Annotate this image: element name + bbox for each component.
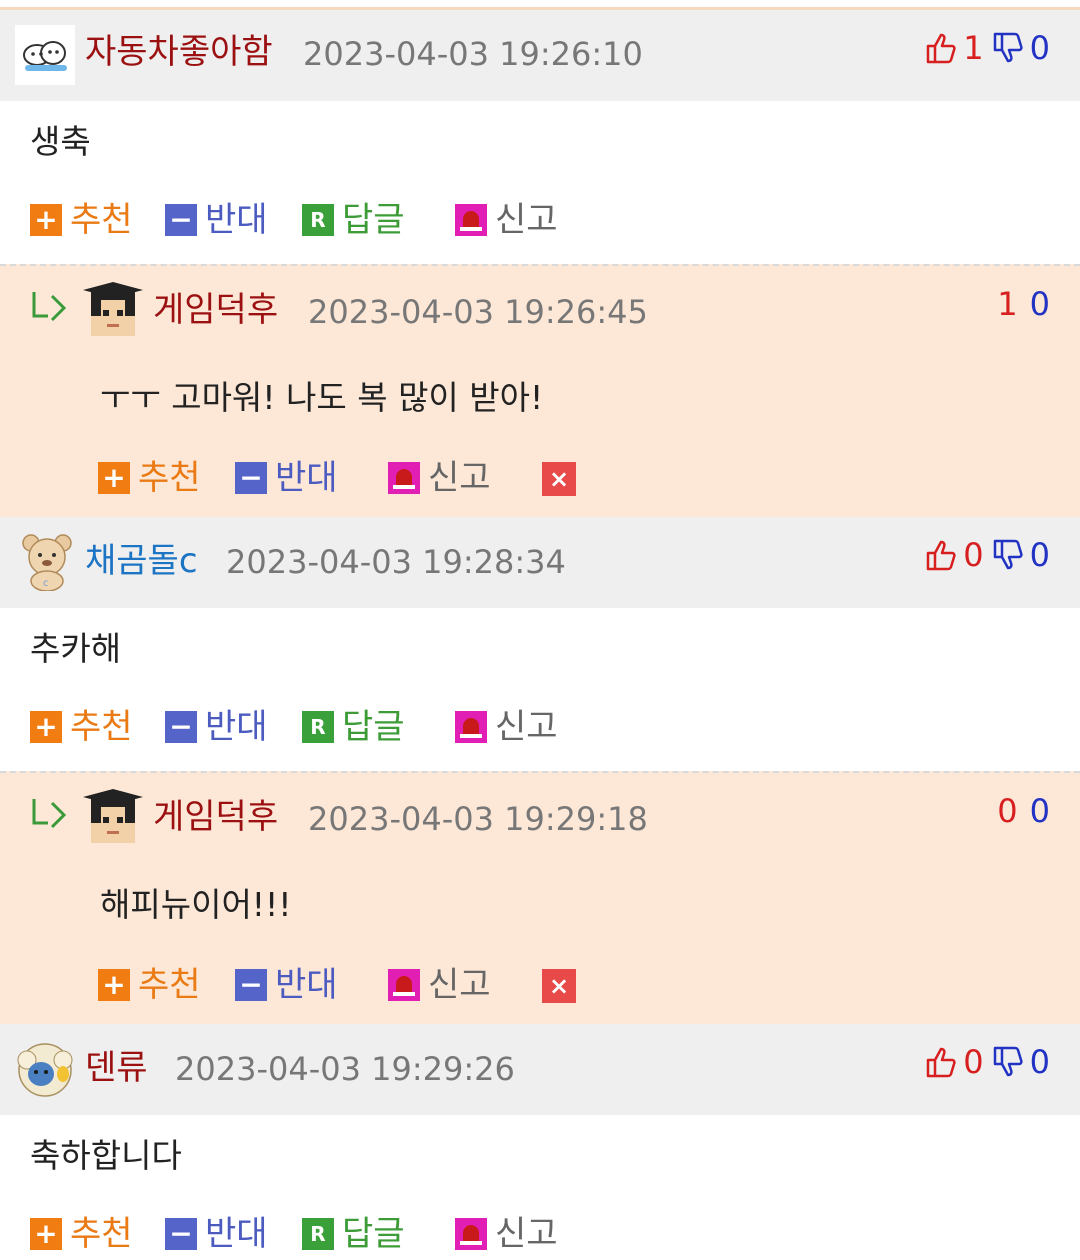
down-count: 0 [1029, 29, 1050, 67]
down-count: 0 [1029, 285, 1050, 323]
recommend-button[interactable]: + 추천 [30, 707, 133, 747]
up-count: 0 [963, 536, 984, 574]
thumbs-up-icon[interactable] [925, 538, 959, 572]
siren-icon [388, 969, 420, 1001]
reply-button[interactable]: R 답글 [302, 1214, 405, 1254]
comment-text: 생축 [30, 122, 91, 161]
nickname[interactable]: 자동차좋아함 [85, 32, 273, 72]
recommend-button[interactable]: + 추천 [98, 965, 201, 1005]
minus-icon: − [235, 968, 267, 1001]
recommend-button[interactable]: + 추천 [98, 458, 201, 498]
timestamp: 2023-04-03 19:26:45 [308, 293, 648, 331]
top-border [0, 0, 1080, 10]
plus-icon: + [30, 1217, 62, 1250]
siren-icon [455, 711, 487, 743]
minus-icon: − [165, 203, 197, 236]
comment-text: 해피뉴이어!!! [100, 885, 292, 924]
comment-header: 덴류 2023-04-03 19:29:26 0 0 [0, 1024, 1080, 1115]
reply-r-icon: R [302, 204, 334, 236]
report-button[interactable]: 신고 [455, 200, 558, 240]
vote-counts: 0 0 [925, 1042, 1050, 1082]
svg-text:c: c [43, 578, 49, 589]
plus-icon: + [98, 461, 130, 494]
sheep-avatar-icon [17, 1043, 73, 1097]
reply-r-icon: R [302, 1218, 334, 1250]
up-count: 1 [997, 285, 1018, 323]
comment-text: 축하합니다 [30, 1136, 182, 1175]
comment-header: 자동차좋아함 2023-04-03 19:26:10 1 0 [0, 10, 1080, 101]
reply-arrow-icon [32, 799, 67, 829]
close-icon[interactable]: × [542, 462, 576, 496]
bear-avatar-icon: c [22, 534, 72, 591]
report-button[interactable]: 신고 [455, 707, 558, 747]
comment-actions: + 추천 − 반대 R 답글 신고 [30, 707, 630, 747]
thumbs-up-icon[interactable] [925, 31, 959, 65]
oppose-button[interactable]: − 반대 [165, 200, 268, 240]
comment-header: c 채곰돌c 2023-04-03 19:28:34 0 0 [0, 517, 1080, 608]
comment-text: ㅜㅜ 고마워! 나도 복 많이 받아! [100, 378, 544, 417]
comment-text: 추카해 [30, 629, 122, 668]
reply-button[interactable]: R 답글 [302, 200, 405, 240]
close-icon[interactable]: × [542, 969, 576, 1003]
vote-counts: 0 0 [925, 535, 1050, 575]
report-button[interactable]: 신고 [388, 965, 491, 1005]
oppose-button[interactable]: − 반대 [235, 965, 338, 1005]
siren-icon [455, 1218, 487, 1250]
reply-button[interactable]: R 답글 [302, 707, 405, 747]
plus-icon: + [30, 203, 62, 236]
vote-counts: 0 0 [993, 791, 1050, 831]
comment-actions: + 추천 − 반대 신고 × [98, 458, 598, 498]
report-button[interactable]: 신고 [388, 458, 491, 498]
cloud-avatar-icon [15, 25, 75, 85]
nickname[interactable]: 덴류 [85, 1048, 148, 1088]
siren-icon [388, 462, 420, 494]
comment-actions: + 추천 − 반대 신고 × [98, 965, 598, 1005]
oppose-button[interactable]: − 반대 [165, 707, 268, 747]
plus-icon: + [98, 968, 130, 1001]
thumbs-down-icon[interactable] [992, 538, 1026, 572]
siren-icon [455, 204, 487, 236]
thumbs-down-icon[interactable] [992, 31, 1026, 65]
vote-counts: 1 0 [993, 284, 1050, 324]
oppose-button[interactable]: − 반대 [165, 1214, 268, 1254]
minus-icon: − [165, 710, 197, 743]
down-count: 0 [1029, 536, 1050, 574]
up-count: 0 [963, 1043, 984, 1081]
timestamp: 2023-04-03 19:28:34 [226, 543, 566, 581]
report-button[interactable]: 신고 [455, 1214, 558, 1254]
down-count: 0 [1029, 792, 1050, 830]
graduate-avatar-icon [83, 282, 143, 336]
reply-block: 게임덕후 2023-04-03 19:26:45 1 0 ㅜㅜ 고마워! 나도 … [0, 264, 1080, 517]
nickname[interactable]: 게임덕후 [153, 797, 278, 837]
timestamp: 2023-04-03 19:26:10 [303, 35, 643, 73]
thumbs-down-icon[interactable] [992, 1045, 1026, 1079]
down-count: 0 [1029, 1043, 1050, 1081]
recommend-button[interactable]: + 추천 [30, 1214, 133, 1254]
thumbs-up-icon[interactable] [925, 1045, 959, 1079]
timestamp: 2023-04-03 19:29:18 [308, 800, 648, 838]
vote-counts: 1 0 [925, 28, 1050, 68]
graduate-avatar-icon [83, 789, 143, 843]
oppose-button[interactable]: − 반대 [235, 458, 338, 498]
nickname[interactable]: 채곰돌c [85, 541, 198, 581]
up-count: 1 [963, 29, 984, 67]
comment-actions: + 추천 − 반대 R 답글 신고 [30, 200, 630, 240]
minus-icon: − [235, 461, 267, 494]
recommend-button[interactable]: + 추천 [30, 200, 133, 240]
plus-icon: + [30, 710, 62, 743]
minus-icon: − [165, 1217, 197, 1250]
reply-r-icon: R [302, 711, 334, 743]
nickname[interactable]: 게임덕후 [153, 290, 278, 330]
reply-block: 게임덕후 2023-04-03 19:29:18 0 0 해피뉴이어!!! + 추… [0, 771, 1080, 1024]
up-count: 0 [997, 792, 1018, 830]
timestamp: 2023-04-03 19:29:26 [175, 1050, 515, 1088]
reply-arrow-icon [32, 292, 67, 322]
comment-actions: + 추천 − 반대 R 답글 신고 [30, 1214, 630, 1254]
